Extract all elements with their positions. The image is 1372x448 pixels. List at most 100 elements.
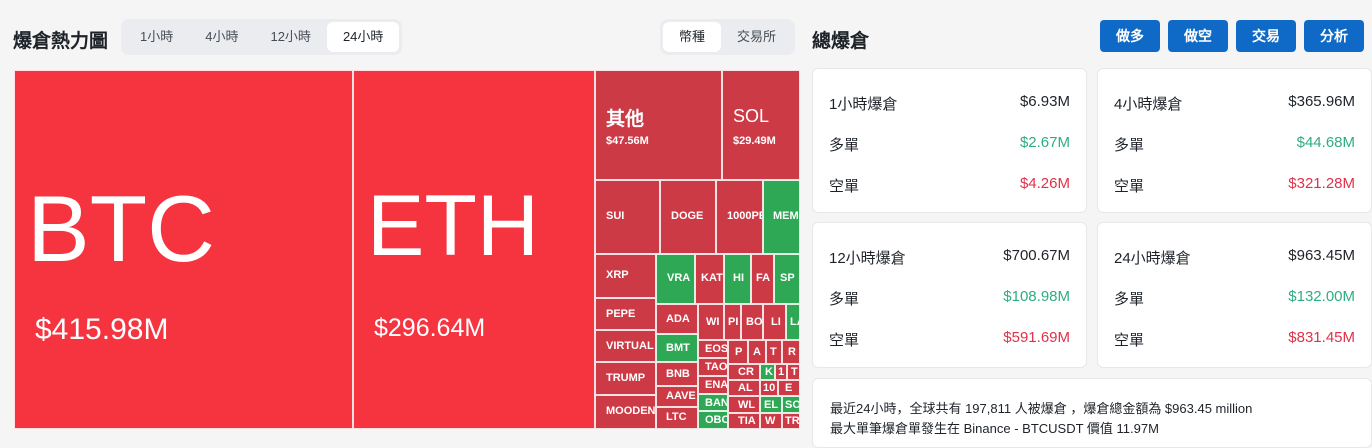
card-title: 1小時爆倉 — [829, 96, 898, 113]
tab-12h[interactable]: 12小時 — [254, 22, 326, 52]
liquidation-info: 最近24小時，全球共有 197,811 人被爆倉 ，爆倉總金額為 $963.45… — [812, 378, 1372, 448]
tile-eth[interactable]: ETH $296.64M — [353, 70, 595, 429]
tile-r[interactable]: R — [782, 340, 800, 364]
tile-virtual-label: VIRTUAL — [606, 340, 654, 352]
tile-sol[interactable]: SOL $29.49M — [722, 70, 800, 180]
tile-k[interactable]: K — [760, 364, 775, 380]
short-button[interactable]: 做空 — [1168, 20, 1228, 52]
tile-trump[interactable]: TRUMP — [595, 362, 656, 395]
tile-virtual[interactable]: VIRTUAL — [595, 330, 656, 362]
tile-al-label: AL — [738, 382, 753, 394]
tile-li[interactable]: LI — [763, 304, 786, 340]
card-4h: 4小時爆倉 $365.96M 多單 $44.68M 空單 $321.28M — [1097, 68, 1372, 213]
tile-so[interactable]: SO — [782, 396, 800, 413]
tile-eos[interactable]: EOS — [698, 340, 728, 358]
tile-btc-value: $415.98M — [35, 313, 169, 346]
long-button[interactable]: 做多 — [1100, 20, 1160, 52]
tile-tia[interactable]: TIA — [728, 413, 760, 429]
tab-24h[interactable]: 24小時 — [326, 22, 400, 52]
tile-sol-label: SOL — [733, 106, 770, 126]
tile-ltc[interactable]: LTC — [656, 407, 698, 429]
analysis-button[interactable]: 分析 — [1304, 20, 1364, 52]
tile-doge-label: DOGE — [671, 210, 704, 222]
tile-fa[interactable]: FA — [751, 254, 774, 304]
tile-p[interactable]: P — [728, 340, 748, 364]
tile-bmt-label: BMT — [666, 342, 690, 354]
tile-btc[interactable]: BTC $415.98M — [14, 70, 353, 429]
tile-ten[interactable]: 10 — [760, 380, 778, 396]
tile-sol-value: $29.49M — [733, 135, 776, 147]
tile-ena[interactable]: ENA — [698, 376, 728, 394]
tile-e[interactable]: E — [778, 380, 800, 396]
tile-wl[interactable]: WL — [728, 396, 760, 413]
tile-mooden[interactable]: MOODEN — [595, 395, 656, 429]
tile-p-label: P — [735, 346, 743, 358]
tile-ban[interactable]: BAN — [698, 394, 728, 411]
tile-aave[interactable]: AAVE — [656, 386, 698, 407]
tile-tt-label: T — [791, 366, 798, 378]
tile-cr[interactable]: CR — [728, 364, 760, 380]
tile-hi[interactable]: HI — [724, 254, 751, 304]
tile-w[interactable]: W — [760, 413, 782, 429]
tile-cr-label: CR — [738, 366, 754, 378]
tile-r-label: R — [788, 346, 796, 358]
short-label: 空單 — [829, 178, 860, 195]
tile-pepe-label: PEPE — [606, 308, 636, 320]
tile-pi[interactable]: PI — [724, 304, 741, 340]
tile-bo-label: BO — [746, 316, 763, 328]
tile-eth-label: ETH — [367, 178, 539, 274]
liquidation-treemap: BTC $415.98M ETH $296.64M 其他 $47.56M SOL… — [14, 70, 800, 429]
tile-eth-value: $296.64M — [374, 314, 486, 342]
tile-xrp[interactable]: XRP — [595, 254, 656, 298]
tile-doge[interactable]: DOGE — [660, 180, 716, 254]
tile-bnb-label: BNB — [666, 368, 690, 380]
tile-sui-label: SUI — [606, 210, 625, 222]
tile-meme[interactable]: MEM — [763, 180, 800, 254]
tile-la[interactable]: LA — [786, 304, 800, 340]
tile-btc-label: BTC — [27, 176, 215, 281]
tile-others[interactable]: 其他 $47.56M — [595, 70, 722, 180]
tile-bnb[interactable]: BNB — [656, 362, 698, 386]
tile-tao-label: TAO — [705, 361, 728, 373]
short-value: $591.69M — [1003, 329, 1070, 346]
tile-sp[interactable]: SP — [774, 254, 800, 304]
tile-eos-label: EOS — [705, 343, 728, 355]
long-label: 多單 — [1114, 137, 1145, 154]
tile-1000pepe[interactable]: 1000PE — [716, 180, 763, 254]
tile-ada[interactable]: ADA — [656, 304, 698, 334]
tab-coin[interactable]: 幣種 — [663, 22, 722, 52]
card-total: $6.93M — [1019, 93, 1070, 110]
tile-tr[interactable]: TR — [782, 413, 800, 429]
tile-sui[interactable]: SUI — [595, 180, 660, 254]
short-label: 空單 — [1114, 178, 1145, 195]
tab-1h[interactable]: 1小時 — [124, 22, 189, 52]
tile-kat[interactable]: KAT — [695, 254, 724, 304]
long-value: $108.98M — [1003, 288, 1070, 305]
tab-4h[interactable]: 4小時 — [189, 22, 254, 52]
short-value: $831.45M — [1288, 329, 1355, 346]
tile-tt[interactable]: T — [787, 364, 800, 380]
tile-one[interactable]: 1 — [775, 364, 787, 380]
card-12h: 12小時爆倉 $700.67M 多單 $108.98M 空單 $591.69M — [812, 222, 1087, 368]
tile-t[interactable]: T — [766, 340, 782, 364]
tile-li-label: LI — [771, 316, 781, 328]
tile-pepe[interactable]: PEPE — [595, 298, 656, 330]
tile-al[interactable]: AL — [728, 380, 760, 396]
tile-bo[interactable]: BO — [741, 304, 763, 340]
tile-ten-label: 10 — [763, 382, 776, 394]
tile-a[interactable]: A — [748, 340, 766, 364]
tile-tao[interactable]: TAO — [698, 358, 728, 376]
long-label: 多單 — [829, 291, 860, 308]
tile-xrp-label: XRP — [606, 269, 629, 281]
trade-button[interactable]: 交易 — [1236, 20, 1296, 52]
tile-wl-label: WL — [738, 399, 756, 411]
tile-el[interactable]: EL — [760, 396, 782, 413]
tab-exchange[interactable]: 交易所 — [721, 22, 792, 52]
tile-vra[interactable]: VRA — [656, 254, 695, 304]
summary-panel: 總爆倉 做多 做空 交易 分析 — [804, 0, 1372, 437]
tile-bmt[interactable]: BMT — [656, 334, 698, 362]
tile-wi[interactable]: WI — [698, 304, 724, 340]
tile-obo[interactable]: OBO — [698, 411, 728, 429]
group-tabs: 幣種 交易所 — [660, 19, 796, 55]
tile-la-label: LA — [790, 316, 799, 328]
